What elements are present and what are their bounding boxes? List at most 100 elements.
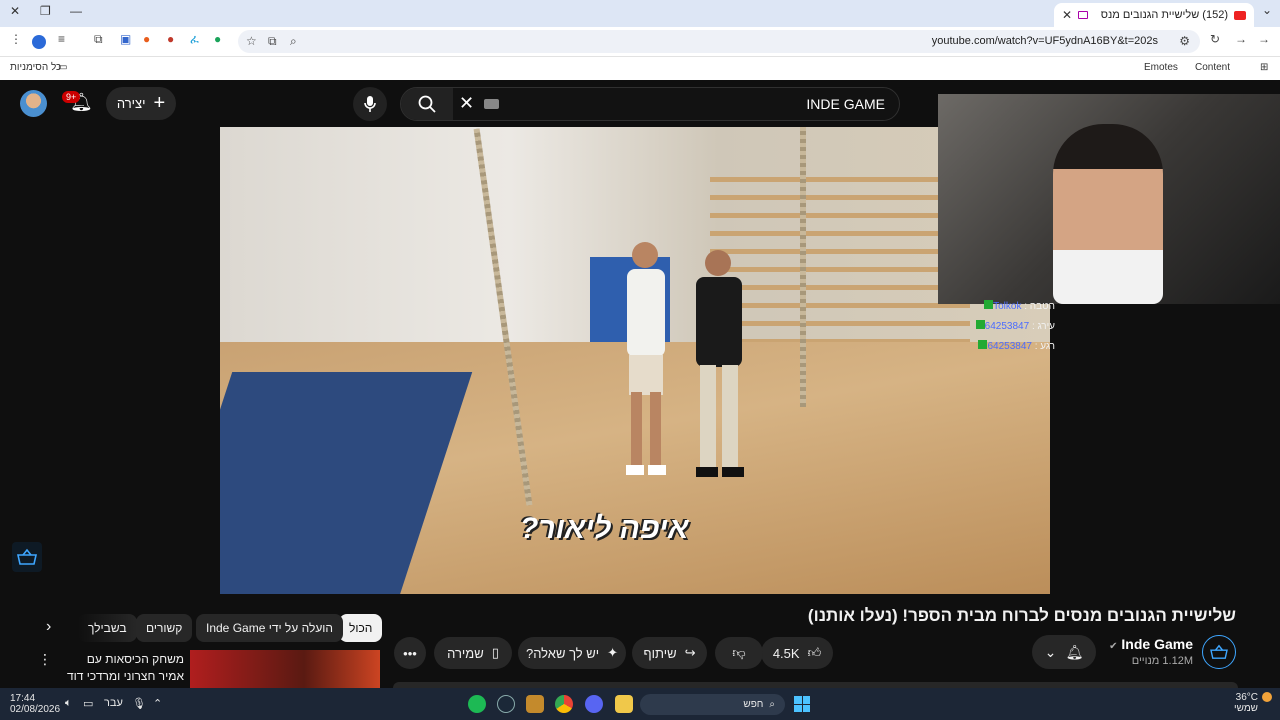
language-indicator[interactable]: עבר xyxy=(104,697,123,709)
extensions-icon[interactable]: ⧉ xyxy=(94,32,103,47)
sparkle-icon: ✦ xyxy=(607,645,619,660)
subscribed-button[interactable]: ⌄ 🔔︎ xyxy=(1032,635,1096,669)
windows-taskbar: 17:44 02/08/2026 🔈︎ ▭ עבר 🎙︎ ⌃ ⌕ חפש 36°… xyxy=(0,688,1280,720)
search-input[interactable]: INDE GAME xyxy=(806,96,885,112)
forward-icon[interactable]: → xyxy=(1235,32,1247,46)
gift-icon[interactable] xyxy=(12,542,42,572)
microphone-icon xyxy=(364,96,376,112)
verified-icon: ✔ xyxy=(1109,641,1118,652)
reading-list-icon[interactable]: ≡ xyxy=(58,32,65,46)
save-label: שמירה xyxy=(447,645,484,661)
share-icon: ↪ xyxy=(684,645,696,660)
mic-tray-icon[interactable]: 🎙︎ xyxy=(132,697,146,710)
close-tab-icon[interactable]: ✕ xyxy=(1062,8,1072,22)
dislike-button[interactable]: 👎︎ xyxy=(715,637,763,669)
bookmark-star-icon[interactable]: ☆ xyxy=(246,34,257,48)
taskbar-search[interactable]: ⌕ חפש xyxy=(640,694,785,715)
menu-icon[interactable]: ⋮ xyxy=(10,32,22,46)
clock[interactable]: 17:44 02/08/2026 xyxy=(10,693,60,715)
dislike-icon: 👎︎ xyxy=(732,645,746,660)
clear-search-icon[interactable]: ✕ xyxy=(459,93,474,114)
notification-badge: 9+ xyxy=(62,91,81,103)
search-icon: ⌕ xyxy=(769,699,775,710)
extension-icon[interactable]: ▣ xyxy=(120,32,131,46)
search-button[interactable] xyxy=(401,88,453,120)
create-button[interactable]: + יצירה xyxy=(106,87,176,120)
channel-name[interactable]: Inde Game ✔ xyxy=(1109,636,1193,652)
file-explorer-icon[interactable] xyxy=(615,695,633,713)
video-scene-person xyxy=(696,250,744,477)
chip-for-you[interactable]: בשבילך xyxy=(78,614,137,642)
weather-sun-icon xyxy=(1262,692,1272,702)
tab-search-icon[interactable]: ⌄ xyxy=(1262,3,1272,17)
weather-widget[interactable]: 36°C שמשי xyxy=(1234,692,1258,714)
more-vertical-icon[interactable]: ⋮ xyxy=(38,651,52,668)
extension-icon[interactable]: ፈ xyxy=(190,32,199,47)
youtube-favicon-icon xyxy=(1234,10,1246,20)
ask-button[interactable]: ✦ יש לך שאלה? xyxy=(518,637,626,669)
network-icon[interactable]: ▭ xyxy=(83,697,93,710)
share-button[interactable]: ↪ שיתוף xyxy=(632,637,707,669)
channel-avatar[interactable] xyxy=(1202,635,1236,669)
windows-start-icon[interactable] xyxy=(794,696,810,712)
browser-tab-active[interactable]: (152) שלישיית הגנובים מנס ✕ xyxy=(1054,3,1254,27)
site-settings-icon[interactable]: ⚙ xyxy=(1179,34,1190,48)
chip-related[interactable]: קשורים xyxy=(136,614,193,642)
keyboard-icon[interactable] xyxy=(484,99,499,109)
minimize-window-icon[interactable]: — xyxy=(70,4,82,18)
chevron-down-icon: ⌄ xyxy=(1044,643,1057,660)
save-button[interactable]: ▯ שמירה xyxy=(434,637,512,669)
discord-icon[interactable] xyxy=(585,695,603,713)
bookmarks-bar: כל הסימניות ▭ Emotes Content ⊞ xyxy=(0,56,1280,80)
temperature: 36°C xyxy=(1235,692,1258,703)
weather-description: שמשי xyxy=(1234,703,1258,714)
app-icon[interactable] xyxy=(526,695,544,713)
like-button[interactable]: 👍︎ xyxy=(808,645,822,661)
subscriber-count: 1.12M מנויים xyxy=(1131,655,1193,667)
webcam-overlay xyxy=(938,94,1280,304)
chat-overlay: הטבה : Tolkok עירג : 64253847 רגע : 6425… xyxy=(945,300,1055,360)
bell-icon: 🔔︎ xyxy=(1065,643,1084,660)
ask-label: יש לך שאלה? xyxy=(525,645,600,661)
extension-icon[interactable]: ● xyxy=(143,32,150,46)
video-scene-person xyxy=(626,242,666,475)
zoom-icon[interactable]: ⌕ xyxy=(290,34,297,49)
voice-search-button[interactable] xyxy=(353,87,387,121)
extension-icon[interactable]: ● xyxy=(167,32,174,46)
url-text: youtube.com/watch?v=UF5ydnA16BY&t=202s xyxy=(931,35,1158,47)
address-bar[interactable]: ☆ ⧉ ⌕ youtube.com/watch?v=UF5ydnA16BY&t=… xyxy=(238,30,1200,53)
video-caption: איפה ליאור? xyxy=(520,512,689,545)
like-dislike-group: 👍︎ 4.5K xyxy=(761,637,833,669)
streamer-figure xyxy=(1053,124,1163,304)
speaker-icon[interactable]: 🔈︎ xyxy=(65,697,72,710)
close-window-icon[interactable]: ✕ xyxy=(10,4,20,18)
steam-icon[interactable] xyxy=(497,695,515,713)
taskbar-search-label: חפש xyxy=(743,699,764,710)
back-icon[interactable]: → xyxy=(1258,32,1270,46)
search-box: ✕ INDE GAME xyxy=(400,87,900,121)
video-player[interactable]: איפה ליאור? xyxy=(220,127,1050,594)
chrome-icon[interactable] xyxy=(555,695,573,713)
chip-uploaded-by[interactable]: הועלה על ידי Inde Game xyxy=(196,614,344,642)
extension-icon[interactable]: ● xyxy=(214,32,221,46)
chevron-right-icon[interactable]: › xyxy=(46,618,51,636)
spotify-icon[interactable] xyxy=(468,695,486,713)
more-actions-button[interactable]: ••• xyxy=(394,637,426,669)
chevron-up-icon[interactable]: ⌃ xyxy=(153,697,162,710)
install-app-icon[interactable]: ⧉ xyxy=(268,34,277,49)
profile-icon[interactable] xyxy=(32,35,46,49)
all-bookmarks-link[interactable]: כל הסימניות xyxy=(10,62,61,73)
recommendation-thumbnail[interactable] xyxy=(190,650,380,688)
chip-all[interactable]: הכול xyxy=(339,614,383,642)
avatar[interactable] xyxy=(20,90,47,117)
more-horizontal-icon: ••• xyxy=(403,645,417,661)
apps-grid-icon[interactable]: ⊞ xyxy=(1260,62,1268,73)
picture-in-picture-icon xyxy=(1078,11,1089,19)
chat-line: עירג : 64253847 xyxy=(945,320,1055,340)
content-bookmark[interactable]: Content xyxy=(1195,62,1230,73)
chat-line: רגע : 64253847 xyxy=(945,340,1055,360)
restore-window-icon[interactable]: ❐ xyxy=(40,4,51,18)
emotes-bookmark[interactable]: Emotes xyxy=(1144,62,1178,73)
reload-icon[interactable]: ↻ xyxy=(1210,32,1220,46)
plus-icon: + xyxy=(153,92,166,114)
